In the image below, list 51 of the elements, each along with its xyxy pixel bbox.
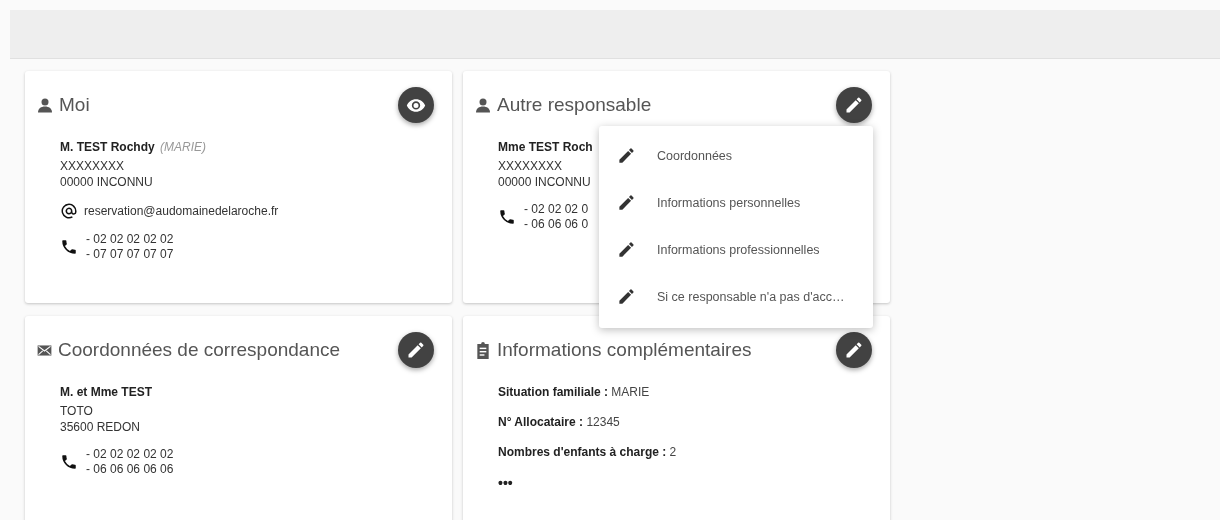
person-name: M. et Mme TEST xyxy=(60,385,152,399)
menu-item[interactable]: Coordonnées xyxy=(599,132,873,179)
card-title: Coordonnées de correspondance xyxy=(58,339,342,361)
marital-status: (MARIE) xyxy=(160,140,206,154)
email-address: reservation@audomainedelaroche.fr xyxy=(84,204,279,218)
address-line: TOTO xyxy=(60,403,94,419)
pencil-icon xyxy=(617,193,636,212)
field-value: 2 xyxy=(669,445,677,459)
more-indicator: ••• xyxy=(498,475,514,491)
field-label: Nombres d'enfants à charge : xyxy=(498,445,667,459)
card-title: Informations complémentaires xyxy=(497,339,753,361)
pencil-icon xyxy=(617,287,636,306)
phone-number: - 02 02 02 02 02 xyxy=(86,447,174,462)
phone-icon xyxy=(60,453,78,471)
pencil-icon xyxy=(617,146,636,165)
pencil-icon xyxy=(617,240,636,259)
phone-icon xyxy=(60,238,78,256)
person-icon xyxy=(475,96,491,114)
envelope-icon xyxy=(37,344,52,356)
person-name: M. TEST Rochdy xyxy=(60,140,155,154)
phone-icon xyxy=(498,208,516,226)
address-line: 00000 INCONNU xyxy=(498,174,592,190)
edit-button[interactable] xyxy=(836,332,872,368)
field-label: N° Allocataire : xyxy=(498,415,584,429)
card-title: Moi xyxy=(59,94,91,116)
field-value: MARIE xyxy=(611,385,650,399)
edit-button[interactable] xyxy=(836,87,872,123)
phone-number: - 07 07 07 07 07 xyxy=(86,247,174,262)
phone-number: - 02 02 02 0 xyxy=(524,202,589,217)
phone-number: - 06 06 06 06 06 xyxy=(86,462,174,477)
menu-item[interactable]: Si ce responsable n'a pas d'acc… xyxy=(599,273,873,320)
menu-item[interactable]: Informations personnelles xyxy=(599,179,873,226)
address-line: XXXXXXXX xyxy=(498,158,564,174)
phone-number: - 02 02 02 02 02 xyxy=(86,232,174,247)
menu-item[interactable]: Informations professionnelles xyxy=(599,226,873,273)
field-value: 12345 xyxy=(586,415,620,429)
at-sign-icon xyxy=(60,202,78,220)
address-line: 35600 REDON xyxy=(60,419,142,435)
phone-number: - 06 06 06 0 xyxy=(524,217,589,232)
clipboard-icon xyxy=(475,341,491,359)
card-title: Autre responsable xyxy=(497,94,653,116)
address-line: XXXXXXXX xyxy=(60,158,126,174)
pencil-icon xyxy=(844,95,864,115)
address-line: 00000 INCONNU xyxy=(60,174,154,190)
person-icon xyxy=(37,96,53,114)
view-button[interactable] xyxy=(398,87,434,123)
pencil-icon xyxy=(406,340,426,360)
person-name: Mme TEST Roch xyxy=(498,140,593,154)
pencil-icon xyxy=(844,340,864,360)
field-label: Situation familiale : xyxy=(498,385,608,399)
edit-button[interactable] xyxy=(398,332,434,368)
